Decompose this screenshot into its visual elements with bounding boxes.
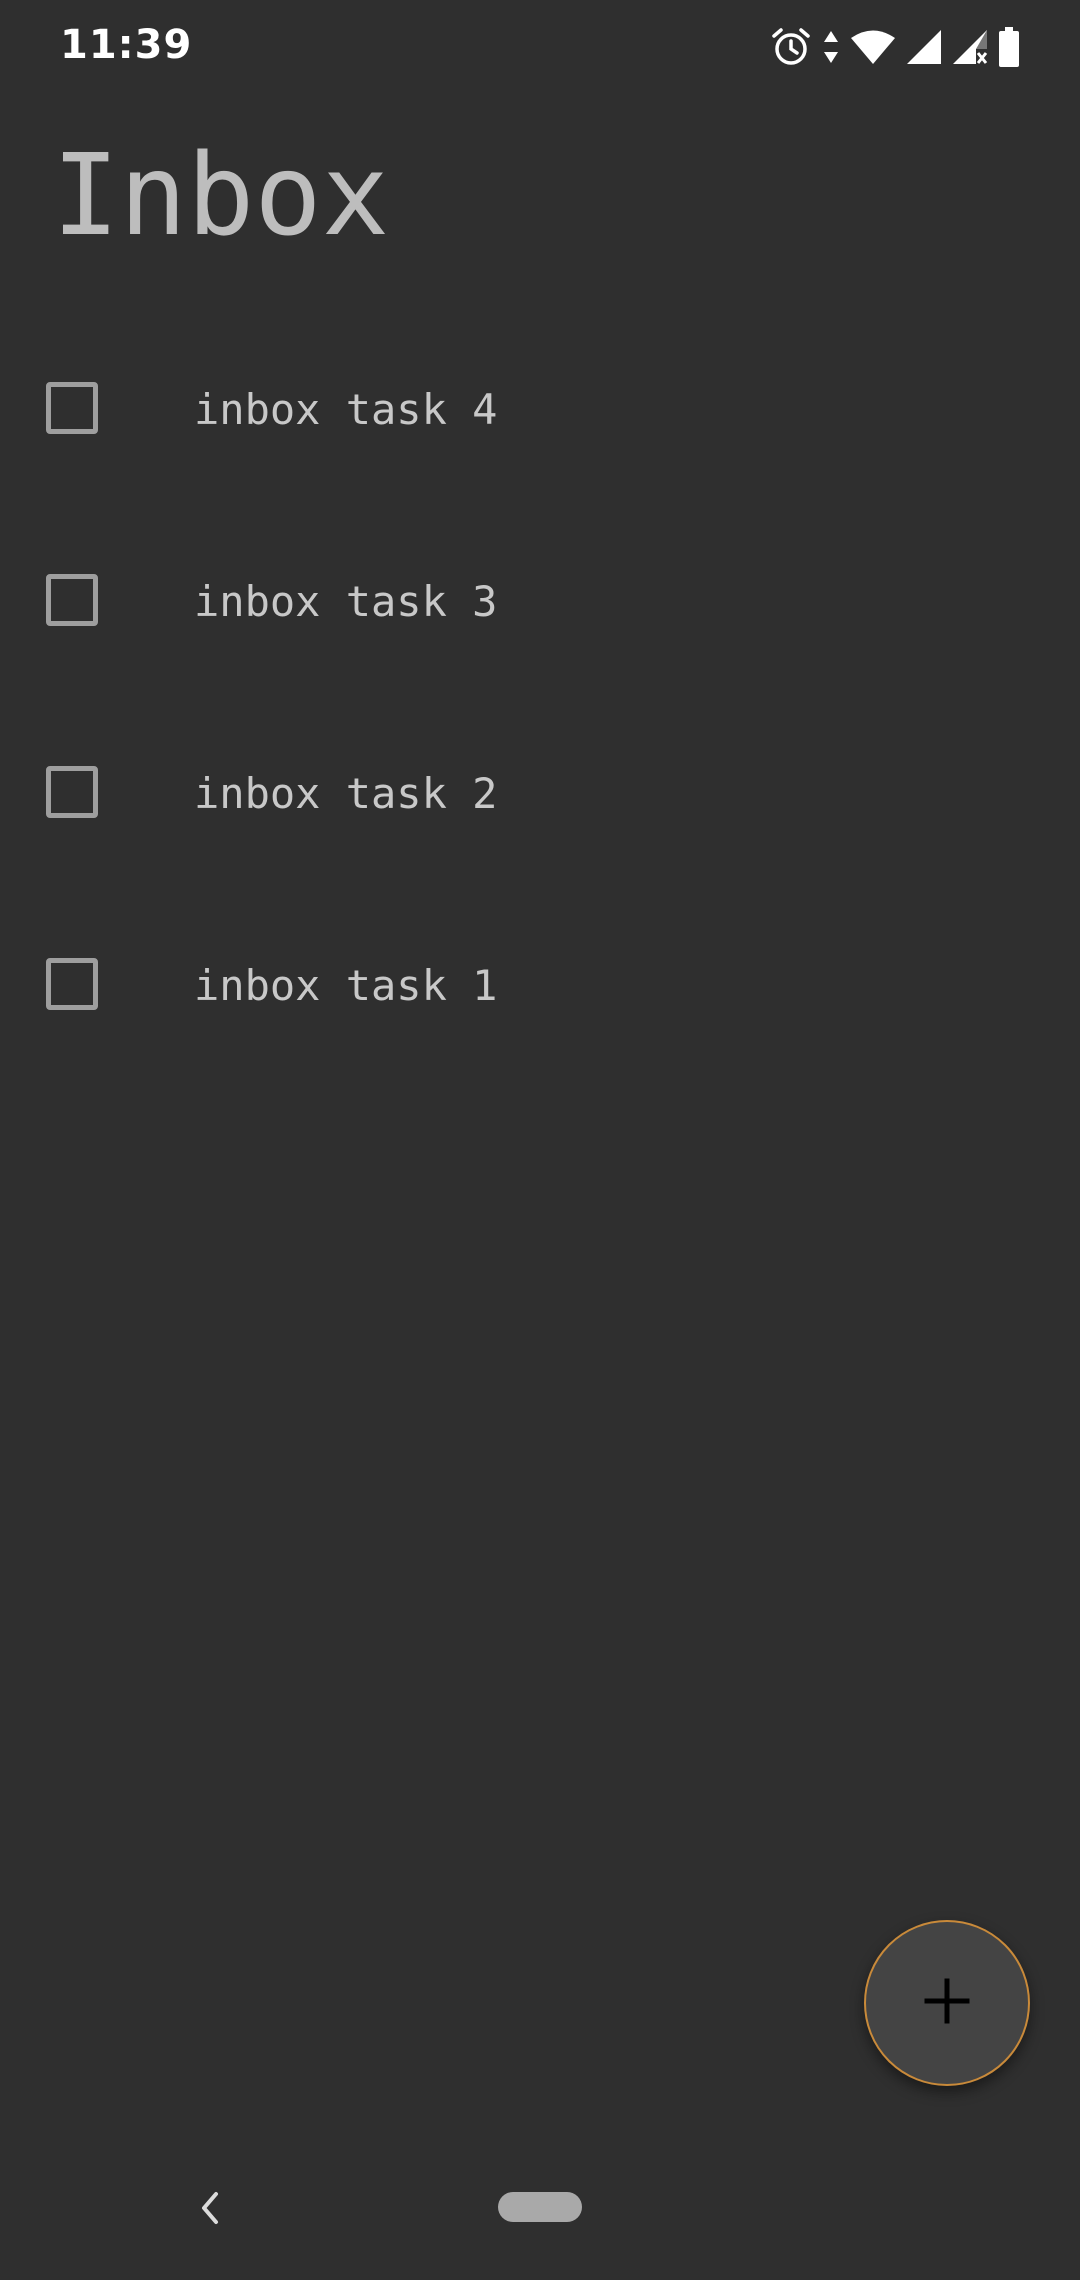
add-task-button[interactable] xyxy=(864,1920,1030,2086)
signal-icon xyxy=(906,29,942,65)
back-icon[interactable] xyxy=(188,2184,232,2232)
wifi-icon xyxy=(850,29,896,65)
plus-icon xyxy=(923,1977,971,2029)
signal-no-service-icon xyxy=(952,29,988,65)
task-checkbox[interactable] xyxy=(46,766,98,818)
task-label: inbox task 2 xyxy=(194,769,498,818)
page-title: Inbox xyxy=(52,131,390,261)
task-checkbox[interactable] xyxy=(46,382,98,434)
home-pill[interactable] xyxy=(498,2192,582,2222)
status-time: 11:39 xyxy=(60,22,193,68)
status-bar: 11:39 xyxy=(0,0,1080,96)
task-label: inbox task 4 xyxy=(194,385,498,434)
task-row[interactable]: inbox task 2 xyxy=(0,696,1080,888)
task-checkbox[interactable] xyxy=(46,574,98,626)
task-label: inbox task 3 xyxy=(194,577,498,626)
task-row[interactable]: inbox task 1 xyxy=(0,888,1080,1080)
task-checkbox[interactable] xyxy=(46,958,98,1010)
task-row[interactable]: inbox task 4 xyxy=(0,312,1080,504)
task-label: inbox task 1 xyxy=(194,961,498,1010)
status-icons xyxy=(770,24,1020,70)
battery-icon xyxy=(998,27,1020,67)
alarm-icon xyxy=(770,26,812,68)
task-list: inbox task 4 inbox task 3 inbox task 2 i… xyxy=(0,312,1080,1080)
task-row[interactable]: inbox task 3 xyxy=(0,504,1080,696)
data-arrows-icon xyxy=(822,29,840,65)
